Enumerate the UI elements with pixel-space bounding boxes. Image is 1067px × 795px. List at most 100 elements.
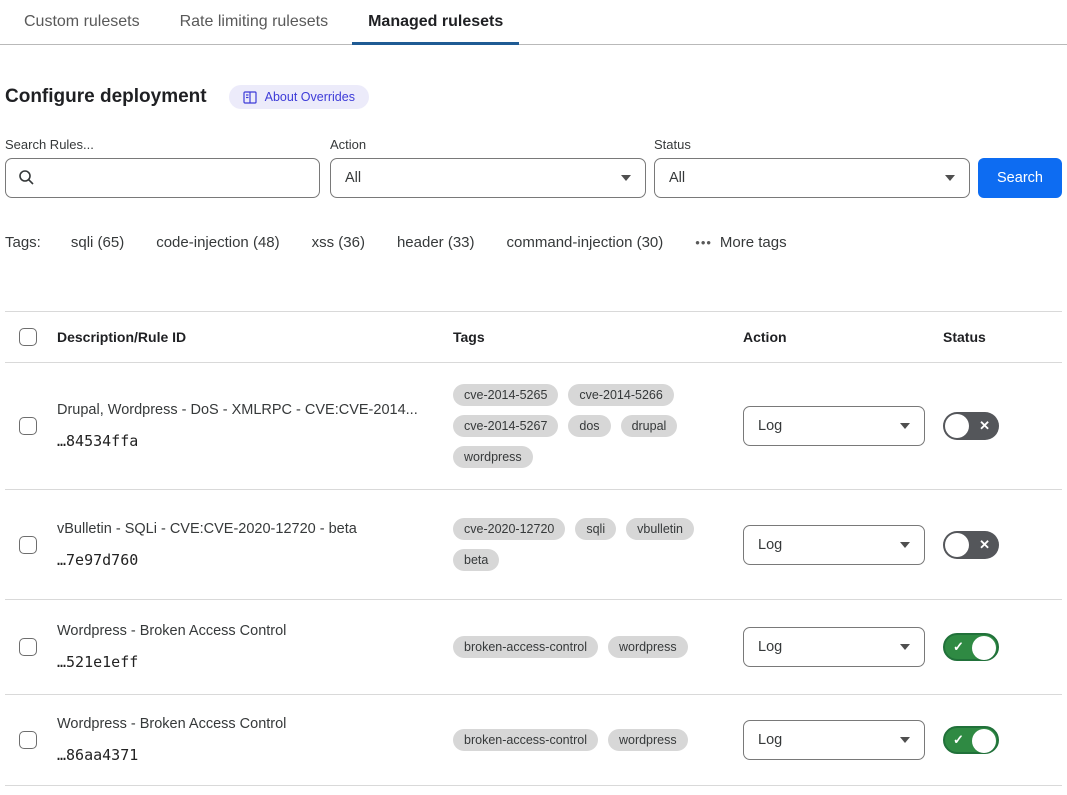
search-icon: [18, 169, 35, 189]
chevron-down-icon: [945, 175, 955, 181]
toggle-knob: [945, 414, 969, 438]
row-checkbox[interactable]: [19, 536, 37, 554]
page-header: Configure deployment About Overrides: [5, 85, 1062, 109]
header-status: Status: [943, 329, 1062, 345]
more-tags-label: More tags: [720, 234, 787, 251]
book-icon: [243, 91, 257, 104]
rule-status-toggle[interactable]: ✓ ✕: [943, 633, 999, 661]
rule-tags: broken-access-control wordpress: [453, 729, 743, 751]
search-button[interactable]: Search: [978, 158, 1062, 198]
tag-pill: wordpress: [453, 446, 533, 468]
rule-action-select[interactable]: Log: [743, 720, 925, 760]
rule-action-select[interactable]: Log: [743, 627, 925, 667]
tag-pill: broken-access-control: [453, 729, 598, 751]
rule-action-select[interactable]: Log: [743, 406, 925, 446]
select-all-checkbox[interactable]: [19, 328, 37, 346]
toggle-knob: [972, 729, 996, 753]
tag-pill: cve-2014-5266: [568, 384, 673, 406]
rule-tags: broken-access-control wordpress: [453, 636, 743, 658]
chevron-down-icon: [900, 737, 910, 743]
filter-bar: Search Rules... Action All Status: [5, 137, 1062, 198]
x-icon: ✕: [979, 538, 990, 551]
check-icon: ✓: [953, 733, 964, 746]
chevron-down-icon: [900, 644, 910, 650]
rule-id: …84534ffa: [57, 432, 443, 450]
tag-pill: vbulletin: [626, 518, 694, 540]
action-filter-value: All: [345, 170, 361, 186]
ellipsis-icon: •••: [695, 235, 712, 250]
rule-action-value: Log: [758, 639, 782, 655]
tag-filter-code-injection[interactable]: code-injection (48): [156, 234, 279, 251]
rule-title: Wordpress - Broken Access Control: [57, 716, 443, 732]
row-checkbox[interactable]: [19, 417, 37, 435]
rule-id: …86aa4371: [57, 746, 443, 764]
tag-pill: cve-2020-12720: [453, 518, 565, 540]
tags-bar-label: Tags:: [5, 234, 41, 251]
tab-custom-rulesets[interactable]: Custom rulesets: [8, 0, 156, 44]
rule-id: …521e1eff: [57, 653, 443, 671]
about-overrides-badge[interactable]: About Overrides: [229, 85, 369, 109]
rule-title: vBulletin - SQLi - CVE:CVE-2020-12720 - …: [57, 521, 443, 537]
tab-rate-limiting-rulesets[interactable]: Rate limiting rulesets: [164, 0, 345, 44]
row-checkbox[interactable]: [19, 731, 37, 749]
about-overrides-label: About Overrides: [265, 90, 355, 104]
chevron-down-icon: [900, 542, 910, 548]
check-icon: ✓: [953, 640, 964, 653]
tag-pill: drupal: [621, 415, 678, 437]
tag-pill: wordpress: [608, 729, 688, 751]
tag-filter-xss[interactable]: xss (36): [312, 234, 365, 251]
tag-pill: beta: [453, 549, 499, 571]
row-checkbox[interactable]: [19, 638, 37, 656]
rule-tags: cve-2014-5265 cve-2014-5266 cve-2014-526…: [453, 384, 743, 468]
page-title: Configure deployment: [5, 86, 207, 108]
toggle-knob: [972, 636, 996, 660]
tag-pill: cve-2014-5267: [453, 415, 558, 437]
table-row: Drupal, Wordpress - DoS - XMLRPC - CVE:C…: [5, 363, 1062, 490]
action-field-label: Action: [330, 137, 646, 152]
table-header-row: Description/Rule ID Tags Action Status: [5, 312, 1062, 363]
rule-status-toggle[interactable]: ✓ ✕: [943, 531, 999, 559]
status-field-label: Status: [654, 137, 970, 152]
search-rules-input[interactable]: [5, 158, 320, 198]
tab-managed-rulesets[interactable]: Managed rulesets: [352, 0, 519, 44]
rule-action-value: Log: [758, 537, 782, 553]
rule-action-value: Log: [758, 732, 782, 748]
rules-table: Description/Rule ID Tags Action Status D…: [5, 311, 1062, 786]
rule-status-toggle[interactable]: ✓ ✕: [943, 726, 999, 754]
status-filter-value: All: [669, 170, 685, 186]
tags-bar: Tags: sqli (65) code-injection (48) xss …: [5, 234, 1062, 251]
toggle-knob: [945, 533, 969, 557]
rule-status-toggle[interactable]: ✓ ✕: [943, 412, 999, 440]
tag-pill: dos: [568, 415, 610, 437]
tag-pill: broken-access-control: [453, 636, 598, 658]
ruleset-tabs: Custom rulesets Rate limiting rulesets M…: [0, 0, 1067, 45]
action-field-group: Action All: [330, 137, 646, 198]
rule-title: Drupal, Wordpress - DoS - XMLRPC - CVE:C…: [57, 402, 443, 418]
tag-pill: cve-2014-5265: [453, 384, 558, 406]
status-field-group: Status All: [654, 137, 970, 198]
chevron-down-icon: [621, 175, 631, 181]
rule-id: …7e97d760: [57, 551, 443, 569]
tag-filter-sqli[interactable]: sqli (65): [71, 234, 124, 251]
x-icon: ✕: [979, 419, 990, 432]
status-filter-select[interactable]: All: [654, 158, 970, 198]
rule-tags: cve-2020-12720 sqli vbulletin beta: [453, 518, 743, 571]
table-row: Wordpress - Broken Access Control …86aa4…: [5, 695, 1062, 786]
header-tags: Tags: [453, 329, 743, 345]
table-row: vBulletin - SQLi - CVE:CVE-2020-12720 - …: [5, 490, 1062, 600]
header-description: Description/Rule ID: [49, 329, 453, 345]
table-row: Wordpress - Broken Access Control …521e1…: [5, 600, 1062, 695]
rule-title: Wordpress - Broken Access Control: [57, 623, 443, 639]
more-tags-button[interactable]: ••• More tags: [695, 234, 786, 251]
tag-pill: wordpress: [608, 636, 688, 658]
rule-action-value: Log: [758, 418, 782, 434]
rule-action-select[interactable]: Log: [743, 525, 925, 565]
tag-filter-command-injection[interactable]: command-injection (30): [507, 234, 664, 251]
chevron-down-icon: [900, 423, 910, 429]
header-action: Action: [743, 329, 943, 345]
search-field-label: Search Rules...: [5, 137, 320, 152]
action-filter-select[interactable]: All: [330, 158, 646, 198]
tag-filter-header[interactable]: header (33): [397, 234, 475, 251]
search-field-group: Search Rules...: [5, 137, 320, 198]
tag-pill: sqli: [575, 518, 616, 540]
